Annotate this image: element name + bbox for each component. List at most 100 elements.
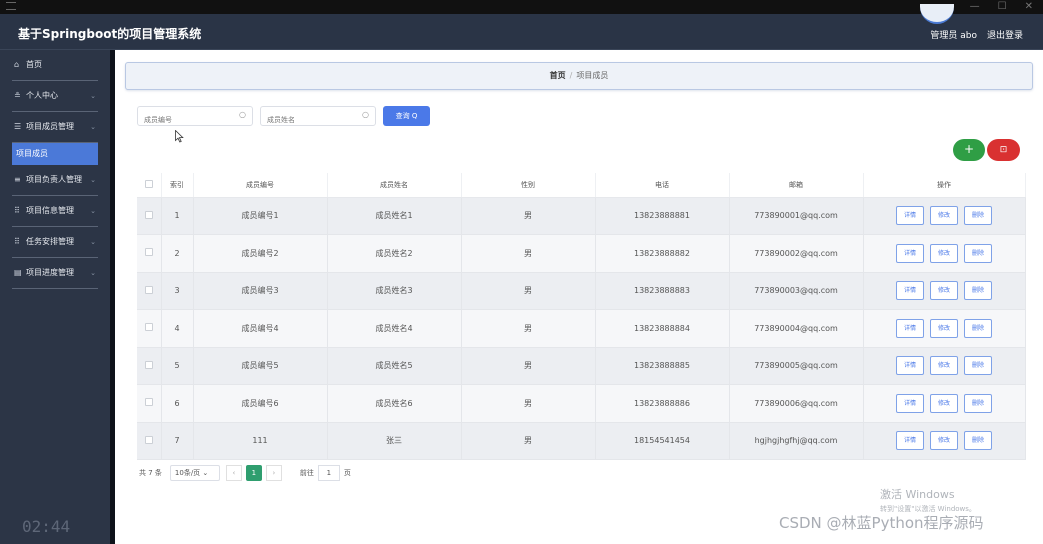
table-header-row: 索引 成员编号 成员姓名 性别 电话 邮箱 操作 — [137, 173, 1026, 198]
window-controls: — ☐ ✕ — [970, 0, 1033, 14]
cell-phone: 13823888881 — [595, 197, 730, 235]
cell-phone: 18154541454 — [595, 422, 730, 460]
cell-email: 773890006@qq.com — [729, 384, 864, 423]
minimize-icon[interactable]: — — [970, 0, 980, 14]
list-icon: ☰ — [14, 122, 22, 131]
detail-button[interactable]: 详情 — [896, 356, 924, 376]
chevron-down-icon: ⌄ — [90, 269, 96, 277]
table-row: 6 成员编号6 成员姓名6 男 13823888886 773890006@qq… — [137, 384, 1026, 423]
delete-button[interactable]: 删除 — [964, 281, 992, 301]
row-checkbox[interactable] — [144, 435, 153, 444]
row-checkbox[interactable] — [144, 210, 153, 219]
sidebar-item-label: 项目负责人管理 — [26, 175, 82, 184]
grid-icon: ⠿ — [14, 206, 20, 215]
next-page-button[interactable]: › — [265, 465, 282, 481]
menu-icon[interactable] — [6, 2, 16, 10]
row-checkbox[interactable] — [144, 323, 153, 332]
detail-button[interactable]: 详情 — [896, 206, 924, 226]
cell-email: 773890001@qq.com — [729, 197, 864, 235]
delete-button[interactable]: 删除 — [964, 356, 992, 376]
progress-icon: ▤ — [14, 268, 22, 277]
sidebar-item-home[interactable]: ⌂ 首页 — [12, 50, 98, 81]
edit-button[interactable]: 修改 — [930, 356, 958, 376]
cell-index: 2 — [161, 234, 194, 273]
edit-button[interactable]: 修改 — [930, 318, 958, 338]
close-icon[interactable]: ✕ — [1025, 0, 1033, 14]
sidebar-item-personal-center[interactable]: ≗ 个人中心 ⌄ — [12, 81, 98, 112]
logout-link[interactable]: 退出登录 — [987, 28, 1023, 41]
delete-button[interactable]: 删除 — [964, 318, 992, 338]
activate-windows-watermark: 激活 Windows 转到"设置"以激活 Windows。 — [880, 486, 976, 514]
detail-button[interactable]: 详情 — [896, 318, 924, 338]
cell-index: 4 — [161, 309, 194, 348]
table-row: 3 成员编号3 成员姓名3 男 13823888883 773890003@qq… — [137, 272, 1026, 310]
top-header: 基于Springboot的项目管理系统 管理员 abo 退出登录 — [0, 4, 1043, 50]
header-select-all[interactable] — [137, 173, 162, 198]
sidebar-item-label: 项目信息管理 — [26, 206, 74, 215]
cell-email: hgjhgjhgfhj@qq.com — [729, 422, 864, 460]
admin-info: 管理员 abo 退出登录 — [930, 28, 1023, 41]
cell-member-name: 张三 — [327, 422, 462, 460]
delete-button[interactable]: 删除 — [964, 393, 992, 413]
delete-button[interactable]: 删除 — [964, 243, 992, 263]
detail-button[interactable]: 详情 — [896, 281, 924, 301]
row-checkbox[interactable] — [144, 398, 153, 407]
breadcrumb-current: 项目成员 — [576, 71, 609, 80]
member-name-search[interactable]: ○ — [260, 106, 376, 129]
cell-email: 773890003@qq.com — [729, 272, 864, 310]
chevron-down-icon: ⌄ — [90, 207, 96, 215]
delete-button[interactable]: 删除 — [964, 206, 992, 226]
query-button[interactable]: 查询 Q — [383, 106, 430, 126]
table-row: 5 成员编号5 成员姓名5 男 13823888885 773890005@qq… — [137, 347, 1026, 385]
cell-index: 6 — [161, 384, 194, 423]
sidebar-item-project-info[interactable]: ⠿ 项目信息管理 ⌄ — [12, 196, 98, 227]
cell-member-code: 成员编号3 — [193, 272, 328, 310]
prev-page-button[interactable]: ‹ — [225, 465, 242, 481]
edit-button[interactable]: 修改 — [930, 281, 958, 301]
member-code-input[interactable] — [138, 111, 228, 129]
batch-delete-button[interactable]: ⊡ — [987, 139, 1020, 161]
detail-button[interactable]: 详情 — [896, 431, 924, 451]
cell-actions: 详情 修改 删除 — [863, 234, 1026, 273]
member-name-input[interactable] — [261, 111, 351, 129]
sidebar-item-progress-management[interactable]: ▤ 项目进度管理 ⌄ — [12, 258, 98, 289]
admin-name: 管理员 abo — [930, 31, 977, 41]
page-size-select[interactable]: 10条/页 ⌄ — [169, 465, 220, 481]
cell-email: 773890004@qq.com — [729, 309, 864, 348]
header-member-name: 成员姓名 — [327, 173, 462, 198]
sidebar-item-leader-management[interactable]: ≡ 项目负责人管理 ⌄ — [12, 165, 98, 196]
header-member-code: 成员编号 — [193, 173, 328, 198]
header-phone: 电话 — [595, 173, 730, 198]
cell-gender: 男 — [461, 347, 596, 385]
goto-page-input[interactable]: 1 — [317, 465, 340, 481]
maximize-icon[interactable]: ☐ — [998, 0, 1007, 14]
detail-button[interactable]: 详情 — [896, 393, 924, 413]
sidebar-subitem-members[interactable]: 项目成员 — [12, 143, 98, 165]
sidebar-item-task-arrangement[interactable]: ⠿ 任务安排管理 ⌄ — [12, 227, 98, 258]
detail-button[interactable]: 详情 — [896, 243, 924, 263]
cell-member-name: 成员姓名5 — [327, 347, 462, 385]
member-code-search[interactable]: ○ — [137, 106, 253, 129]
select-all-checkbox[interactable] — [144, 179, 153, 188]
edit-button[interactable]: 修改 — [930, 243, 958, 263]
header-email: 邮箱 — [729, 173, 864, 198]
edit-button[interactable]: 修改 — [930, 206, 958, 226]
edit-button[interactable]: 修改 — [930, 393, 958, 413]
cell-member-code: 成员编号6 — [193, 384, 328, 423]
table-row: 1 成员编号1 成员姓名1 男 13823888881 773890001@qq… — [137, 197, 1026, 235]
menu-lines-icon: ≡ — [14, 175, 21, 184]
sidebar-item-label: 项目成员管理 — [26, 122, 74, 131]
row-checkbox[interactable] — [144, 248, 153, 257]
avatar[interactable] — [920, 4, 954, 24]
grid-icon: ⠿ — [14, 237, 20, 246]
row-checkbox[interactable] — [144, 360, 153, 369]
add-button[interactable]: + — [953, 139, 985, 161]
cell-actions: 详情 修改 删除 — [863, 384, 1026, 423]
current-page-button[interactable]: 1 — [245, 465, 262, 481]
row-checkbox[interactable] — [144, 285, 153, 294]
breadcrumb-home[interactable]: 首页 — [550, 71, 566, 80]
breadcrumb-separator: / — [569, 71, 573, 80]
delete-button[interactable]: 删除 — [964, 431, 992, 451]
sidebar-item-member-management[interactable]: ☰ 项目成员管理 ⌄ — [12, 112, 98, 143]
edit-button[interactable]: 修改 — [930, 431, 958, 451]
